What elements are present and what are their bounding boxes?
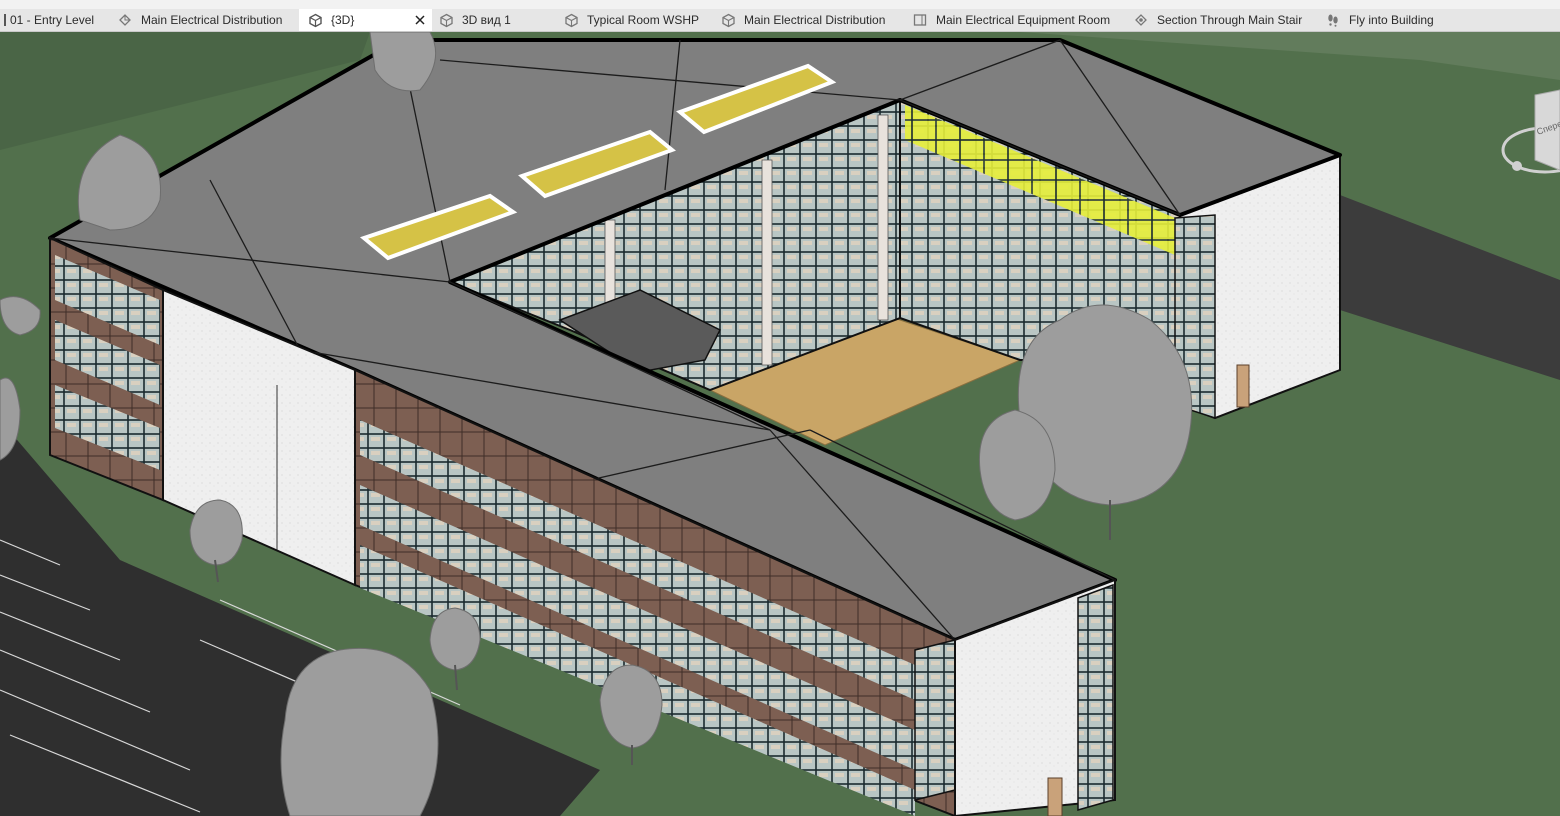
stair-tower-glazing xyxy=(1077,583,1114,811)
tab-label: Main Electrical Distribution xyxy=(141,13,283,27)
tab-section-through-main-stair[interactable]: Section Through Main Stair xyxy=(1127,9,1320,31)
tab-label: Fly into Building xyxy=(1349,13,1434,27)
walkthrough-icon xyxy=(1325,12,1341,28)
tab-main-electrical-distribution-3d[interactable]: Main Electrical Distribution xyxy=(715,9,907,31)
close-icon[interactable] xyxy=(412,12,428,28)
tab-label: Section Through Main Stair xyxy=(1157,13,1303,27)
3d-view-icon xyxy=(438,12,454,28)
3d-view-icon xyxy=(307,12,323,28)
tab-label: Typical Room WSHP xyxy=(587,13,700,27)
3d-view-icon xyxy=(563,12,579,28)
tab-fly-into-building[interactable]: Fly into Building xyxy=(1320,9,1540,31)
tab-label: 3D вид 1 xyxy=(462,13,511,27)
tab-label: Main Electrical Distribution xyxy=(744,13,886,27)
tab-01-entry-level[interactable]: 01 - Entry Level xyxy=(0,9,107,31)
tab-divider xyxy=(4,14,6,26)
window-top-strip xyxy=(0,0,1560,9)
tab-label: Main Electrical Equipment Room xyxy=(936,13,1111,27)
south-door xyxy=(1047,777,1063,816)
sheet-icon xyxy=(912,12,928,28)
plan-view-icon xyxy=(117,12,133,28)
tab-main-electrical-equipment-room[interactable]: Main Electrical Equipment Room xyxy=(907,9,1127,31)
tab-label: {3D} xyxy=(331,13,355,27)
tab-main-electrical-distribution-plan[interactable]: Main Electrical Distribution xyxy=(107,9,299,31)
tab-typical-room-wshp[interactable]: Typical Room WSHP xyxy=(558,9,715,31)
3d-view-icon xyxy=(720,12,736,28)
south-wing-corner-glazing xyxy=(914,639,956,801)
tab-3d-view-1[interactable]: 3D вид 1 xyxy=(432,9,558,31)
3d-model-viewport[interactable]: Спереди xyxy=(0,32,1560,816)
tab-label: 01 - Entry Level xyxy=(10,13,95,27)
view-tab-bar: 01 - Entry Level Main Electrical Distrib… xyxy=(0,9,1560,32)
east-door xyxy=(1236,364,1250,408)
tab-3d-active[interactable]: {3D} xyxy=(299,9,432,31)
section-icon xyxy=(1133,12,1149,28)
